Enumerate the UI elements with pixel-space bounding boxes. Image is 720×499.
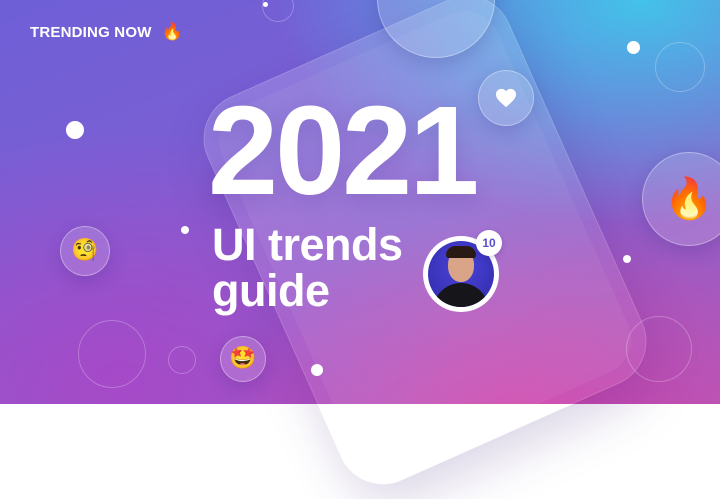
star-struck-face-icon: 🤩 [229, 346, 257, 371]
deco-dot [263, 2, 268, 7]
deco-ring [655, 42, 705, 92]
fire-icon: 🔥 [664, 176, 714, 222]
subtitle-line-2: guide [212, 265, 330, 316]
subtitle: UI trends guide [212, 222, 403, 314]
trending-now-text: TRENDING NOW [30, 23, 152, 41]
year-title: 2021 [208, 80, 479, 221]
deco-dot [627, 41, 640, 54]
deco-ring [78, 320, 146, 388]
deco-dot [181, 226, 189, 234]
trending-now-label: TRENDING NOW 🔥 [30, 22, 183, 42]
deco-dot [66, 121, 84, 139]
deco-dot [623, 255, 631, 263]
deco-ring [626, 316, 692, 382]
monocle-face-icon: 🧐 [71, 238, 99, 263]
subtitle-line-1: UI trends [212, 219, 403, 270]
notification-badge: 10 [476, 230, 502, 256]
heart-icon [496, 88, 516, 108]
heart-bubble [478, 70, 534, 126]
deco-ring [168, 346, 196, 374]
fire-icon: 🔥 [161, 22, 183, 41]
face-bubble: 🤩 [220, 336, 266, 382]
face-bubble: 🧐 [60, 226, 110, 276]
deco-dot [311, 364, 323, 376]
